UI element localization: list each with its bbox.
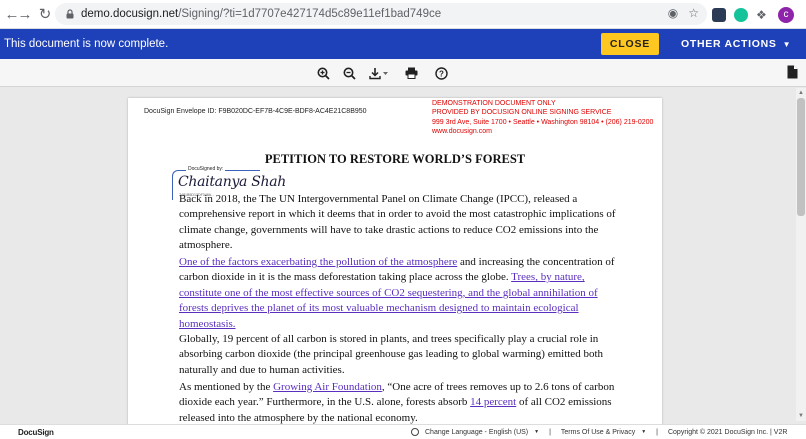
envelope-id: DocuSign Envelope ID: F9B020DC-EF7B-4C9E… (144, 108, 367, 115)
grammarly-icon[interactable] (734, 7, 748, 22)
paragraph-2: One of the factors exacerbating the poll… (179, 255, 619, 332)
footer-separator: | (549, 428, 551, 436)
copyright-text: Copyright © 2021 DocuSign Inc. | V2R (667, 428, 788, 436)
demo-line: PROVIDED BY DOCUSIGN ONLINE SIGNING SERV… (432, 109, 612, 117)
demo-line: DEMONSTRATION DOCUMENT ONLY (432, 100, 556, 107)
paragraph-4-text-a: As mentioned by the (179, 381, 274, 393)
other-actions-button[interactable]: OTHER ACTIONS ▼ (681, 33, 791, 55)
location-icon[interactable]: ◉ (668, 6, 678, 20)
terms-caret-icon[interactable]: ▼ (641, 429, 646, 435)
completion-banner: This document is now complete. CLOSE OTH… (0, 29, 806, 59)
extensions-puzzle-icon[interactable]: ❖ (756, 8, 770, 22)
scroll-down-icon[interactable]: ▼ (797, 412, 805, 420)
link-growing-air-foundation[interactable]: Growing Air Foundation (273, 381, 382, 393)
document-title: PETITION TO RESTORE WORLD’S FOREST (264, 152, 526, 166)
svg-text:?: ? (439, 69, 444, 78)
help-icon[interactable]: ? (433, 64, 449, 82)
scroll-up-icon[interactable]: ▲ (797, 89, 805, 97)
forward-icon[interactable]: → (14, 3, 36, 25)
lock-icon (66, 9, 74, 19)
document-panel-icon[interactable] (787, 65, 798, 79)
caret-down-icon: ▼ (782, 39, 792, 49)
download-icon[interactable] (368, 64, 390, 82)
docusign-logo: DocuSign (18, 428, 54, 437)
language-caret-icon[interactable]: ▼ (534, 429, 539, 435)
demo-notice: DEMONSTRATION DOCUMENT ONLY PROVIDED BY … (432, 99, 653, 136)
extension-icon[interactable] (712, 7, 726, 22)
page-footer: DocuSign Change Language - English (US) … (0, 424, 806, 439)
browser-menu-icon[interactable]: ⋮ (802, 6, 806, 23)
banner-message: This document is now complete. (4, 38, 169, 50)
globe-icon (411, 428, 419, 436)
change-language-link[interactable]: Change Language - English (US) (425, 429, 528, 436)
link-14-percent[interactable]: 14 percent (470, 396, 516, 408)
signature-image: Chaitanya Shah (178, 174, 287, 190)
document-page: DocuSign Envelope ID: F9B020DC-EF7B-4C9E… (128, 98, 662, 428)
document-toolbar: ? (0, 59, 806, 87)
signature-label: DocuSigned by: (186, 166, 226, 172)
url-host: demo.docusign.net (81, 8, 179, 20)
terms-link[interactable]: Terms Of Use & Privacy (561, 429, 635, 436)
close-button[interactable]: CLOSE (601, 33, 659, 55)
address-bar[interactable]: demo.docusign.net/Signing/?ti=1d7707e427… (55, 3, 707, 25)
reload-icon[interactable]: ↻ (34, 3, 56, 25)
browser-toolbar: ← → ↻ demo.docusign.net/Signing/?ti=1d77… (0, 0, 806, 29)
paragraph-1: Back in 2018, the The UN Intergovernment… (179, 193, 616, 252)
bookmark-star-icon[interactable]: ☆ (688, 6, 699, 20)
footer-separator: | (656, 428, 658, 436)
demo-line: 999 3rd Ave, Suite 1700 • Seattle • Wash… (432, 118, 654, 126)
paragraph-4: As mentioned by the Growing Air Foundati… (179, 380, 619, 426)
print-icon[interactable] (403, 64, 419, 82)
url-path: /Signing/?ti=1d7707e427174d5c89e11ef1bad… (178, 8, 442, 20)
other-actions-label: OTHER ACTIONS (681, 38, 777, 50)
profile-avatar[interactable]: c (778, 6, 794, 23)
demo-line: www.docusign.com (432, 127, 492, 135)
zoom-out-icon[interactable] (341, 64, 357, 82)
paragraph-3: Globally, 19 percent of all carbon is st… (179, 333, 603, 376)
scrollbar-thumb[interactable] (797, 98, 805, 216)
link-factors-pollution[interactable]: One of the factors exacerbating the poll… (179, 256, 457, 268)
zoom-in-icon[interactable] (315, 64, 331, 82)
